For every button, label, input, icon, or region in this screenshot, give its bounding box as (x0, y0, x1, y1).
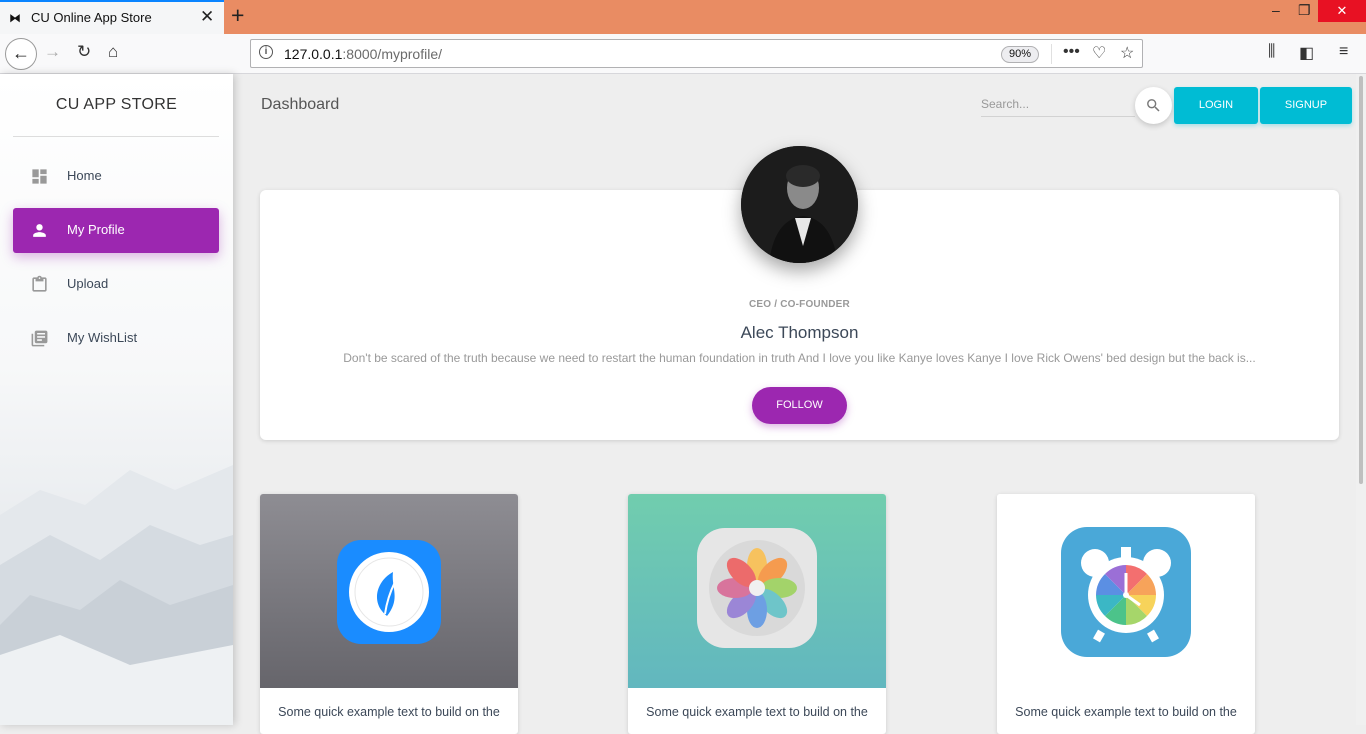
minimize-window-icon[interactable]: – (1272, 2, 1280, 18)
url-text[interactable]: 127.0.0.1:8000/myprofile/ (284, 46, 442, 62)
sidebar-item-home[interactable]: Home (13, 154, 219, 199)
restore-window-icon[interactable]: ❐ (1298, 2, 1311, 19)
sidebar-background-image (0, 465, 233, 725)
signup-button[interactable]: SIGNUP (1260, 87, 1352, 124)
reload-icon[interactable]: ↻ (77, 42, 91, 62)
leaf-app-icon (337, 540, 441, 644)
follow-button[interactable]: FOLLOW (752, 387, 847, 424)
sidebar-item-label: My Profile (67, 222, 125, 237)
sidebar-item-my-wishlist[interactable]: My WishList (13, 316, 219, 361)
url-divider (1051, 44, 1052, 64)
sidebar-item-my-profile[interactable]: My Profile (13, 208, 219, 253)
app-card-text: Some quick example text to build on the (646, 705, 868, 719)
avatar (741, 146, 858, 263)
app-card-image (260, 494, 518, 688)
library-books-icon (31, 330, 48, 347)
app-card[interactable]: Some quick example text to build on the (260, 494, 518, 734)
sidebar: CU APP STORE Home My Profile Upload My W… (0, 74, 233, 725)
scrollbar-thumb[interactable] (1359, 76, 1363, 484)
search-button[interactable] (1135, 87, 1172, 124)
sidebar-item-upload[interactable]: Upload (13, 262, 219, 307)
page-scrollbar[interactable] (1356, 74, 1366, 725)
brand-divider (13, 136, 219, 137)
page-title[interactable]: Dashboard (261, 96, 339, 114)
app-card[interactable]: Some quick example text to build on the (628, 494, 886, 734)
clipboard-icon (32, 275, 47, 292)
url-bar[interactable]: i 127.0.0.1:8000/myprofile/ 90% ••• ♡ ☆ (250, 39, 1143, 68)
login-button[interactable]: LOGIN (1174, 87, 1258, 124)
zoom-level-badge[interactable]: 90% (1001, 46, 1040, 63)
photos-app-icon (697, 528, 817, 648)
url-path: :8000/myprofile/ (342, 46, 442, 62)
app-card-image (997, 494, 1255, 688)
close-tab-icon[interactable]: ✕ (200, 7, 214, 27)
page-content: CU APP STORE Home My Profile Upload My W… (0, 74, 1366, 734)
search-icon (1147, 99, 1160, 112)
sidebar-item-label: Home (67, 168, 102, 183)
person-icon (33, 224, 46, 237)
dashboard-icon (32, 169, 47, 184)
app-card[interactable]: Some quick example text to build on the (997, 494, 1255, 734)
new-tab-button[interactable]: + (231, 2, 244, 29)
menu-icon[interactable]: ≡ (1339, 43, 1348, 61)
alarm-clock-app-icon (1061, 527, 1191, 657)
forward-icon[interactable]: → (44, 42, 61, 62)
pocket-icon[interactable]: ♡ (1092, 43, 1106, 63)
page-actions-icon[interactable]: ••• (1063, 43, 1080, 61)
avatar-portrait (741, 146, 858, 263)
browser-tab[interactable]: ⧓ CU Online App Store ✕ (0, 0, 224, 34)
window-titlebar: ⧓ CU Online App Store ✕ + – ❐ ✕ (0, 0, 1366, 34)
library-icon[interactable]: ⫼ (1268, 43, 1275, 61)
site-info-icon[interactable]: i (259, 45, 273, 59)
tab-title: CU Online App Store (31, 10, 152, 25)
profile-role: CEO / CO-FOUNDER (749, 299, 850, 310)
sidebar-item-label: My WishList (67, 330, 138, 345)
app-card-text: Some quick example text to build on the (278, 705, 500, 719)
back-button[interactable]: ← (5, 38, 37, 70)
brand-title[interactable]: CU APP STORE (0, 96, 233, 114)
home-icon[interactable]: ⌂ (108, 42, 118, 62)
app-card-image (628, 494, 886, 688)
sidebar-toggle-icon[interactable]: ◧ (1299, 43, 1314, 63)
profile-bio: Don't be scared of the truth because we … (343, 351, 1256, 365)
browser-toolbar: ← → ↻ ⌂ i 127.0.0.1:8000/myprofile/ 90% … (0, 34, 1366, 74)
bowtie-favicon-icon: ⧓ (9, 11, 21, 25)
sidebar-item-label: Upload (67, 276, 109, 291)
profile-name: Alec Thompson (740, 323, 859, 342)
close-window-button[interactable]: ✕ (1318, 0, 1366, 22)
bookmark-star-icon[interactable]: ☆ (1120, 43, 1134, 63)
search-input[interactable] (981, 91, 1135, 117)
app-card-text: Some quick example text to build on the (1015, 705, 1237, 719)
url-host: 127.0.0.1 (284, 46, 343, 62)
